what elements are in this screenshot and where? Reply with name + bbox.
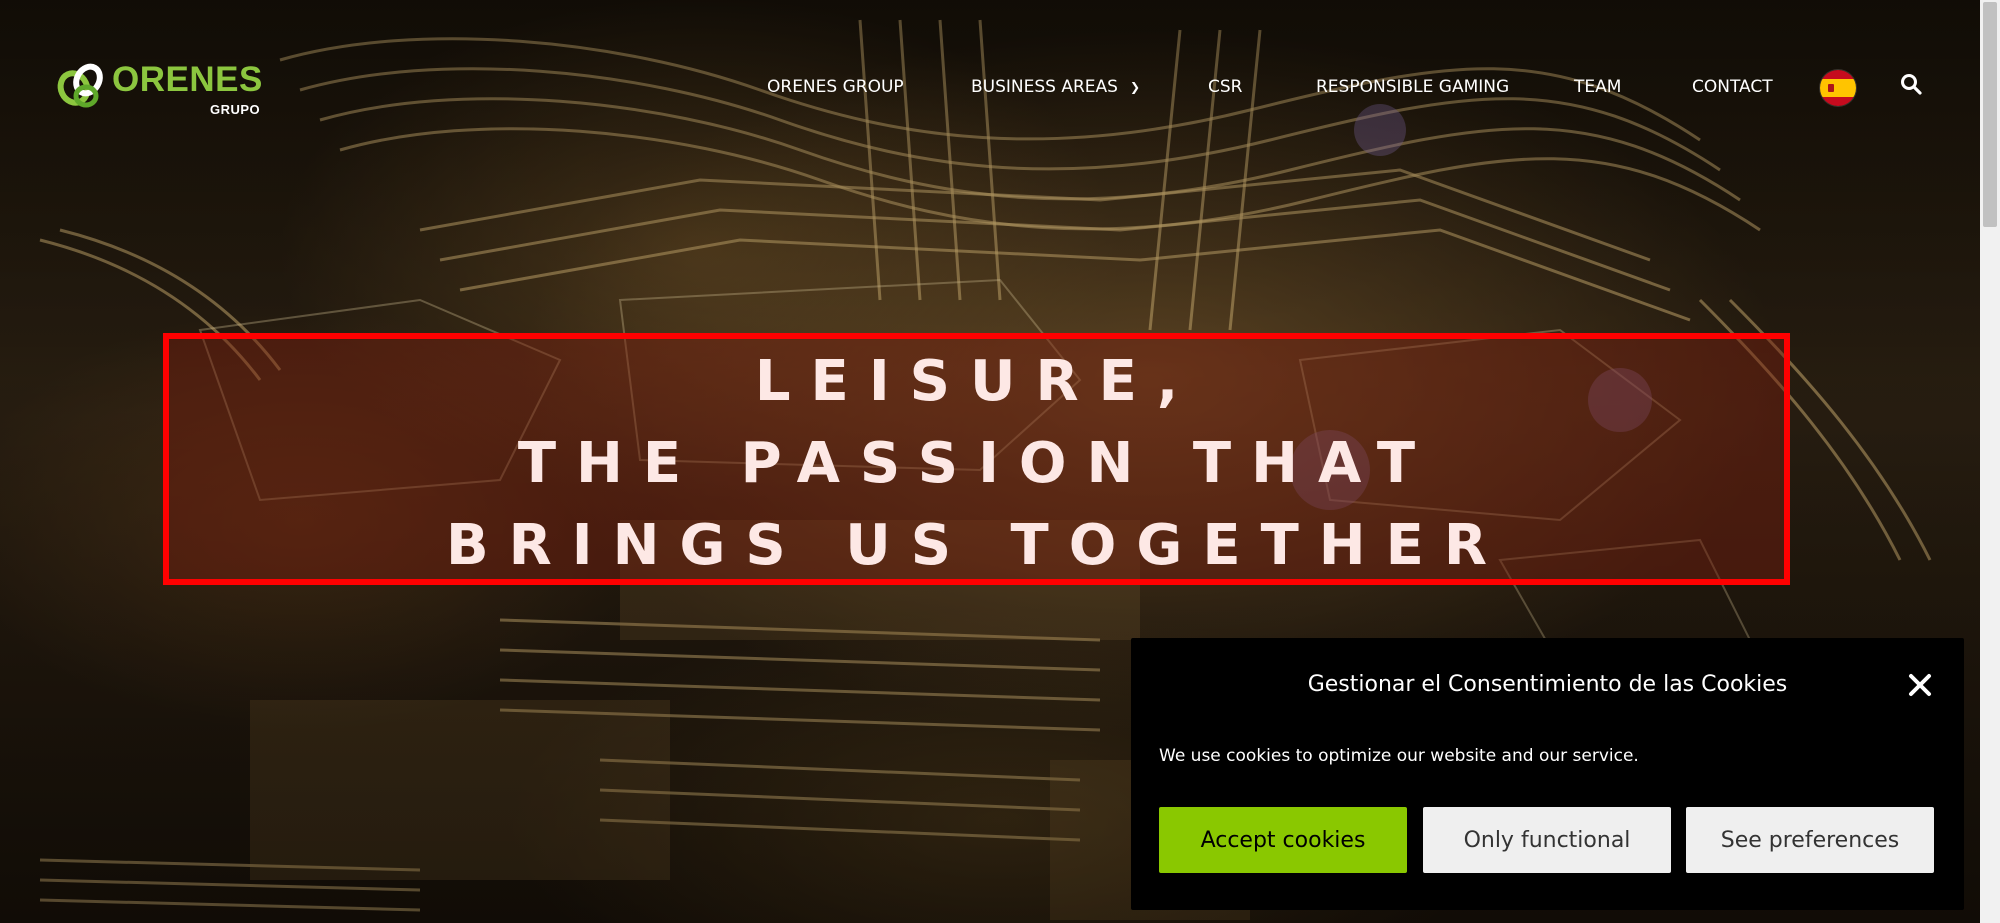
page: ORENES GRUPO ORENES GROUP BUSINESS AREAS… [0,0,2000,923]
scrollbar-thumb[interactable] [1983,2,1997,227]
only-functional-button[interactable]: Only functional [1423,807,1671,873]
chevron-down-icon: ❯ [1129,80,1141,94]
orenes-logo[interactable]: ORENES GRUPO [56,58,266,122]
nav-item-responsible-gaming[interactable]: RESPONSIBLE GAMING [1316,74,1509,100]
accept-cookies-button[interactable]: Accept cookies [1159,807,1407,873]
hero-headline-line-1: LEISURE, [754,349,1199,414]
logo-wordmark: ORENES [112,60,263,99]
nav-item-team[interactable]: TEAM [1574,74,1621,100]
interlocked-rings-logo-icon [57,63,103,108]
cookie-dialog-title: Gestionar el Consentimiento de las Cooki… [1307,672,1788,697]
nav-item-business-areas-label: BUSINESS AREAS [971,77,1118,97]
cookie-close-button[interactable] [1907,672,1933,698]
nav-item-orenes-group[interactable]: ORENES GROUP [767,74,904,100]
search-icon [1901,74,1922,95]
nav-item-business-areas[interactable]: BUSINESS AREAS ❯ [971,74,1140,100]
hero-headline-frame: LEISURE, THE PASSION THAT BRINGS US TOGE… [163,333,1790,585]
cookie-consent-dialog: Gestionar el Consentimiento de las Cooki… [1131,638,1964,910]
nav-item-contact[interactable]: CONTACT [1692,74,1773,100]
cookie-dialog-text: We use cookies to optimize our website a… [1159,746,1639,766]
logo-subtitle: GRUPO [210,102,261,117]
hero-headline-line-2: THE PASSION THAT [517,431,1436,496]
nav-item-csr[interactable]: CSR [1208,74,1242,100]
close-icon [1909,674,1931,696]
see-preferences-button[interactable]: See preferences [1686,807,1934,873]
hero-headline-line-3: BRINGS US TOGETHER [445,513,1508,578]
page-scrollbar[interactable] [1980,0,2000,923]
search-button[interactable] [1899,72,1923,96]
spain-flag-icon[interactable] [1820,70,1856,106]
